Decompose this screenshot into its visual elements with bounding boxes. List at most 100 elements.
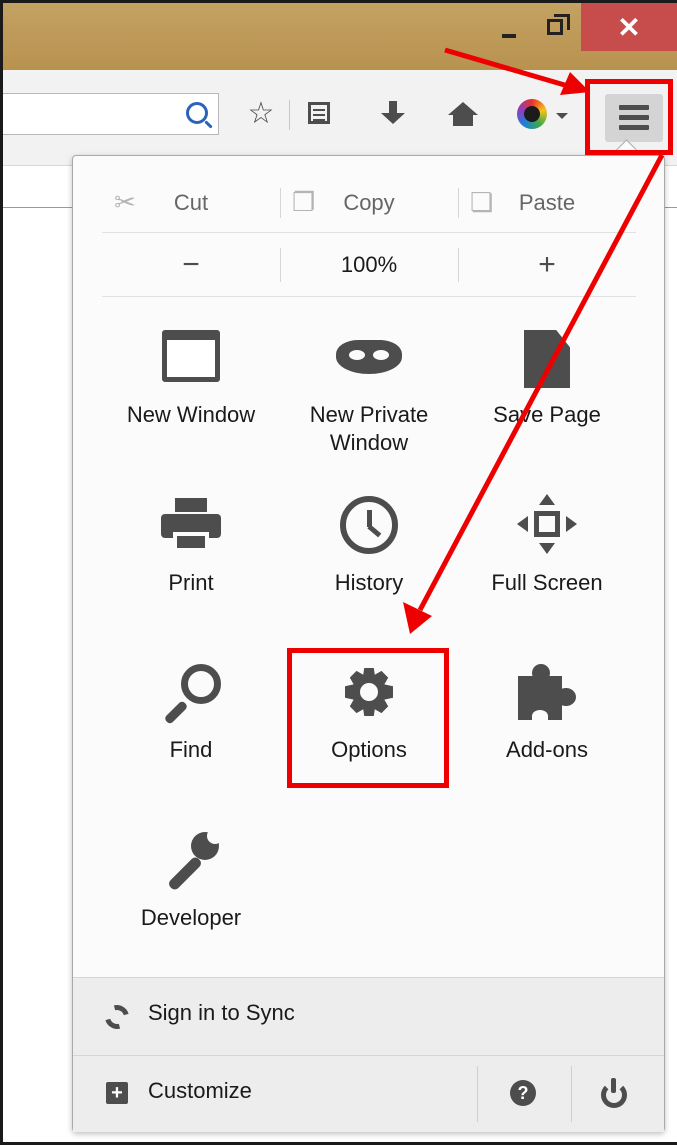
sign-in-label: Sign in to Sync [148, 1000, 295, 1025]
menu-button[interactable] [605, 94, 663, 142]
wrench-shaft [166, 855, 204, 892]
close-icon: ✕ [617, 11, 641, 43]
power-icon[interactable] [600, 1078, 628, 1108]
developer-button[interactable]: Developer [102, 828, 280, 940]
footer-separator [477, 1066, 478, 1122]
minus-icon: − [182, 248, 200, 281]
bookmark-star-icon[interactable]: ☆ [243, 96, 279, 132]
minimize-button[interactable] [487, 3, 531, 51]
save-page-label: Save Page [493, 402, 601, 427]
clock-icon [340, 496, 398, 554]
sign-in-to-sync-button[interactable]: Sign in to Sync [73, 977, 664, 1056]
puzzle-notch [532, 710, 548, 722]
paste-label: Paste [518, 190, 576, 215]
save-page-icon [524, 330, 570, 388]
find-button[interactable]: Find [102, 664, 280, 774]
print-label: Print [168, 570, 214, 595]
edit-controls: ✂ Cut ❐ Copy ❏ Paste [102, 174, 636, 233]
puzzle-knob-right [556, 688, 576, 706]
history-label: History [334, 570, 404, 595]
addons-label: Add-ons [506, 737, 588, 762]
printer-icon [161, 498, 221, 552]
cut-button[interactable]: ✂ Cut [102, 174, 280, 232]
close-button[interactable]: ✕ [581, 3, 677, 51]
search-input[interactable] [3, 93, 219, 135]
scissors-icon: ✂ [114, 187, 136, 217]
print-button[interactable]: Print [102, 496, 280, 606]
power-stick [611, 1078, 616, 1093]
options-button[interactable]: Options [280, 664, 458, 774]
customize-button[interactable]: Customize [148, 1078, 252, 1104]
navigation-toolbar: ☆ [3, 70, 677, 166]
home-base [453, 115, 473, 126]
new-private-window-button[interactable]: New Private Window [280, 330, 458, 460]
cut-label: Cut [173, 190, 209, 215]
magnifier-ring [181, 664, 221, 704]
restore-icon [547, 14, 570, 35]
new-window-button[interactable]: New Window [102, 330, 280, 460]
arrow-down [539, 543, 555, 554]
arrow-left [517, 516, 528, 532]
fullscreen-icon [517, 494, 577, 554]
full-screen-label: Full Screen [491, 570, 603, 595]
copy-button[interactable]: ❐ Copy [280, 174, 458, 232]
new-window-label: New Window [126, 402, 256, 427]
options-label: Options [331, 737, 407, 762]
toolbar-separator [289, 100, 290, 130]
zoom-in-button[interactable]: + [458, 234, 636, 296]
window-icon [162, 330, 220, 382]
new-private-label-line2: Window [329, 430, 409, 455]
wrench-icon [161, 828, 223, 892]
zoom-controls: − 100% + [102, 234, 636, 297]
search-icon[interactable] [186, 102, 208, 124]
help-icon[interactable]: ? [510, 1080, 536, 1106]
reading-list-glyph [308, 102, 330, 124]
wrench-bite [207, 828, 223, 844]
persona-icon[interactable] [517, 96, 573, 129]
title-bar: ✕ [3, 3, 677, 70]
footer-bar: + Customize ? [73, 1055, 664, 1132]
zoom-reset-button[interactable]: 100% [280, 234, 458, 296]
zoom-level: 100% [340, 252, 398, 277]
home-icon[interactable] [443, 96, 483, 126]
arrow-up [539, 494, 555, 505]
fullscreen-box [534, 511, 560, 537]
copy-icon: ❐ [292, 187, 316, 217]
magnifier-handle [163, 700, 189, 725]
menu-icon-bar [619, 125, 649, 130]
full-screen-button[interactable]: Full Screen [458, 494, 636, 606]
save-page-button[interactable]: Save Page [458, 330, 636, 460]
reading-list-icon[interactable] [301, 96, 337, 130]
arrow-right [566, 516, 577, 532]
puzzle-knob-top [532, 664, 550, 682]
addons-button[interactable]: Add-ons [458, 664, 636, 774]
footer-separator [571, 1066, 572, 1122]
clipboard-icon: ❏ [470, 187, 494, 217]
restore-button[interactable] [531, 3, 579, 51]
gear-icon [339, 662, 399, 722]
find-label: Find [169, 737, 213, 762]
paste-button[interactable]: ❏ Paste [458, 174, 636, 232]
download-arrow [381, 101, 405, 124]
star-glyph: ☆ [247, 97, 275, 130]
private-mask-icon [336, 340, 402, 374]
copy-label: Copy [343, 190, 395, 215]
customize-plus-icon[interactable]: + [106, 1082, 128, 1104]
plus-icon: + [538, 248, 556, 281]
chevron-down-icon [556, 113, 568, 119]
printer-top [175, 498, 207, 512]
persona-ball [517, 99, 547, 129]
zoom-out-button[interactable]: − [102, 234, 280, 296]
sync-icon [100, 1000, 134, 1034]
menu-icon-bar [619, 115, 649, 120]
menu-icon [619, 105, 649, 110]
developer-label: Developer [140, 905, 242, 930]
downloads-icon[interactable] [375, 96, 411, 124]
home-roof [448, 102, 478, 115]
new-private-label-line1: New Private [309, 402, 429, 427]
puzzle-icon [516, 660, 578, 722]
gear-hole [360, 683, 378, 701]
magnifier-icon [161, 664, 221, 726]
history-button[interactable]: History [280, 496, 458, 606]
printer-tray [173, 532, 209, 552]
